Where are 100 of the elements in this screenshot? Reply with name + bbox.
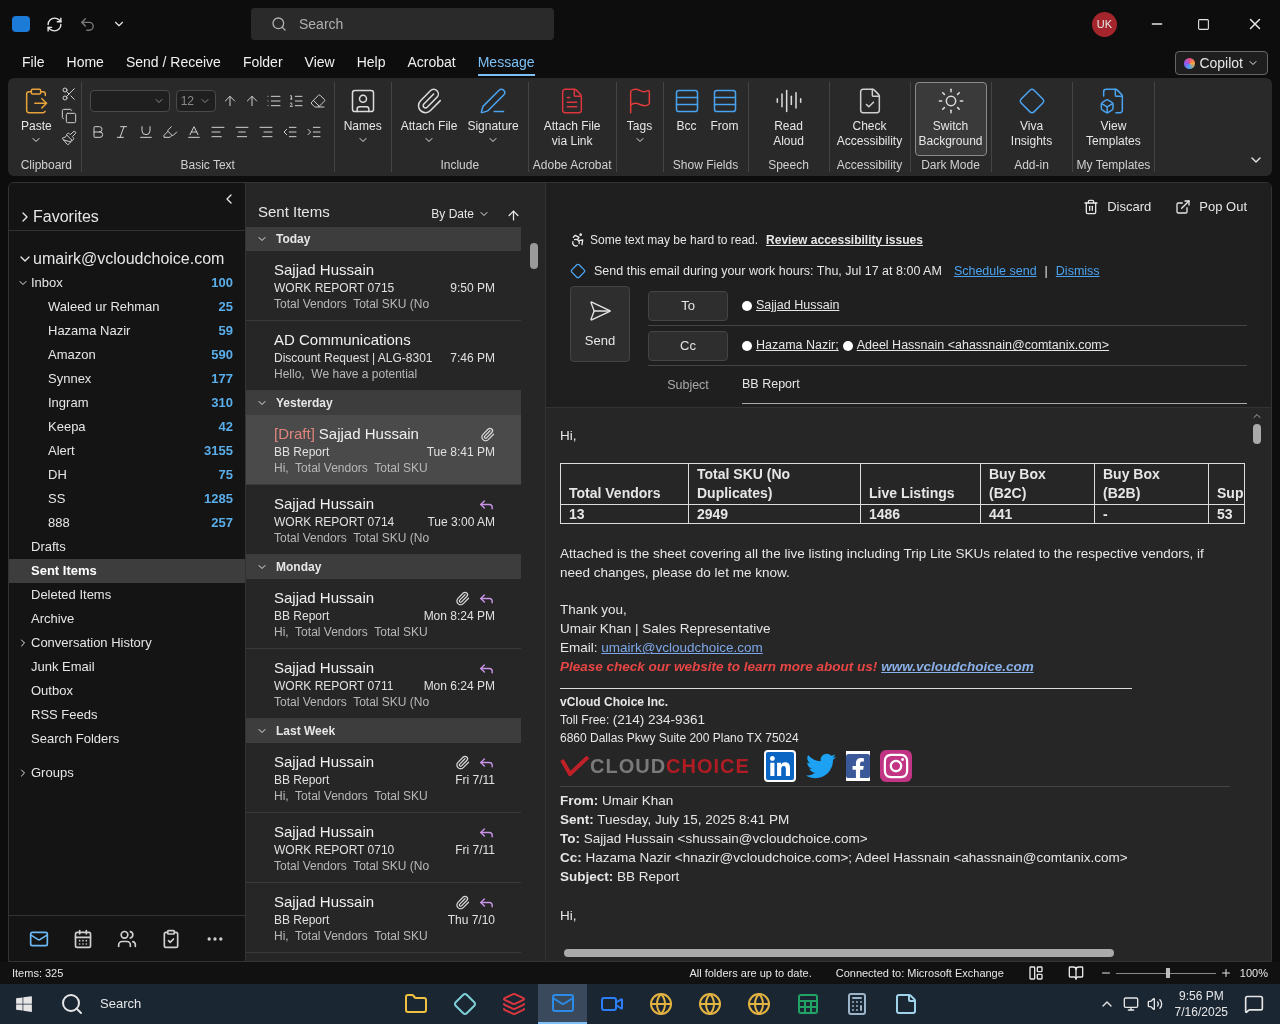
date-group-header[interactable]: Last Week [246,719,521,743]
ribbon-button[interactable]: Attach File via Link [536,82,609,156]
start-icon[interactable] [15,995,33,1013]
align-right-icon[interactable] [257,124,274,140]
menu-tab[interactable]: Send / Receive [125,50,221,76]
ribbon-button[interactable]: Read Aloud [752,82,825,156]
folder-item[interactable]: Search Folders [9,727,245,751]
sync-icon[interactable] [46,15,63,33]
recipient[interactable]: Adeel Hassnain <ahassnain@comtanix.com> [842,336,1110,356]
notifications-icon[interactable] [1244,994,1264,1014]
favorites-header[interactable]: Favorites [9,207,245,231]
send-button[interactable]: Send [570,286,630,363]
folder-item[interactable]: DH 75 [9,463,245,487]
paste-button[interactable]: Paste [16,82,57,156]
outdent-icon[interactable] [281,124,298,140]
copilot-button[interactable]: Copilot [1175,51,1268,75]
eraser-icon[interactable] [309,93,326,109]
dismiss-link[interactable]: Dismiss [1055,261,1100,281]
menu-tab[interactable]: File [22,50,45,76]
avatar[interactable]: UK [1092,11,1117,37]
folder-item[interactable]: Outbox [9,679,245,703]
ribbon-button[interactable]: Tags [620,82,659,156]
folder-item[interactable]: Synnex 177 [9,367,245,391]
copy-icon[interactable] [60,108,77,124]
folder-item[interactable]: RSS Feeds [9,703,245,727]
zoom-thumb[interactable] [1165,968,1170,978]
ribbon-button[interactable]: Viva Insights [995,82,1068,156]
ribbon-button[interactable]: Switch Background [914,82,987,156]
indent-icon[interactable] [305,124,322,140]
tasks-icon[interactable] [161,928,181,949]
ribbon-button[interactable]: From [705,82,744,156]
cut-icon[interactable] [60,86,77,102]
bullets-icon[interactable] [265,93,282,109]
people-icon[interactable] [117,928,137,949]
recipient[interactable]: Sajjad Hussain [742,296,840,316]
review-link[interactable]: Review accessibility issues [766,230,923,249]
discard-button[interactable]: Discard [1083,197,1152,217]
zoom-slider[interactable] [1115,967,1216,979]
font-name-field[interactable] [89,90,170,112]
calendar-icon[interactable] [73,928,93,949]
menu-tab[interactable]: Help [356,50,386,76]
ribbon-button[interactable]: Attach File [395,82,463,156]
numbering-icon[interactable] [287,93,304,109]
folder-item[interactable]: Junk Email [9,655,245,679]
folder-item[interactable]: Archive [9,607,245,631]
menu-tab[interactable]: Home [66,50,104,76]
menu-tab[interactable]: Acrobat [407,50,456,76]
menu-tab[interactable]: Folder [242,50,283,76]
pop-out-button[interactable]: Pop Out [1175,197,1247,217]
speaker-icon[interactable] [1146,996,1163,1012]
folder-item[interactable]: Drafts [9,535,245,559]
subject-field[interactable]: BB Report [742,366,1247,405]
ribbon-button[interactable]: View Templates [1077,82,1150,156]
folder-item[interactable]: Deleted Items [9,583,245,607]
ribbon-button[interactable]: Signature [462,82,524,156]
highlighter-icon[interactable] [161,124,178,140]
date-group-header[interactable]: Yesterday [246,391,521,415]
zoom-in-icon[interactable] [1219,967,1232,979]
date-group-header[interactable]: Monday [246,555,521,579]
taskbar-app[interactable] [538,984,587,1024]
email-link[interactable]: umairk@vcloudchoice.com [601,640,763,656]
scrollbar-thumb[interactable] [564,948,1114,957]
reading-view-icon[interactable] [1067,965,1084,981]
linkedin-icon[interactable] [764,750,796,783]
align-left-icon[interactable] [209,124,226,140]
date-group-header[interactable]: Today [246,227,521,251]
folder-item[interactable]: Hazama Nazir 59 [9,319,245,343]
taskbar-search[interactable]: Search [48,984,338,1024]
folder-item[interactable]: Conversation History [9,631,245,655]
align-center-icon[interactable] [233,124,250,140]
recipient[interactable]: Hazama Nazir; [742,336,839,356]
menu-tab[interactable]: Message [477,50,535,76]
facebook-icon[interactable] [846,751,870,782]
folder-item[interactable]: Waleed ur Rehman 25 [9,295,245,319]
normal-view-icon[interactable] [1027,965,1044,981]
groups-header[interactable]: Groups [9,761,245,785]
underline-icon[interactable] [137,124,154,140]
website-link[interactable]: www.vcloudchoice.com [881,659,1034,675]
restore-icon[interactable] [1197,17,1210,31]
folder-item[interactable]: Keepa 42 [9,415,245,439]
folder-item[interactable]: Amazon 590 [9,343,245,367]
ribbon-button[interactable]: Check Accessibility [833,82,906,156]
sort-button[interactable]: By Date [431,205,490,223]
schedule-link[interactable]: Schedule send [953,261,1037,281]
folder-item[interactable]: Inbox 100 [9,271,245,295]
brush-icon[interactable] [60,130,77,146]
account-header[interactable]: umairk@vcloudchoice.com [9,247,245,271]
search-field[interactable]: Search [251,8,554,40]
message-item[interactable]: [Draft] Sajjad Hussain BB Report Tue 8:41 PM Hi, Total Vendors Total SKU [246,415,521,485]
folder-item[interactable]: Ingram 310 [9,391,245,415]
cc-button[interactable]: Cc [648,330,728,361]
ribbon-button[interactable]: Names [338,82,387,156]
folder-item[interactable]: SS 1285 [9,487,245,511]
folder-item[interactable]: Alert 3155 [9,439,245,463]
scrollbar-thumb[interactable] [1253,424,1261,445]
ribbon-button[interactable]: Bcc [667,82,706,156]
camera-icon[interactable] [880,750,912,783]
scrollbar-thumb[interactable] [530,243,538,269]
font-color-icon[interactable] [185,124,202,140]
network-icon[interactable] [1122,996,1139,1012]
